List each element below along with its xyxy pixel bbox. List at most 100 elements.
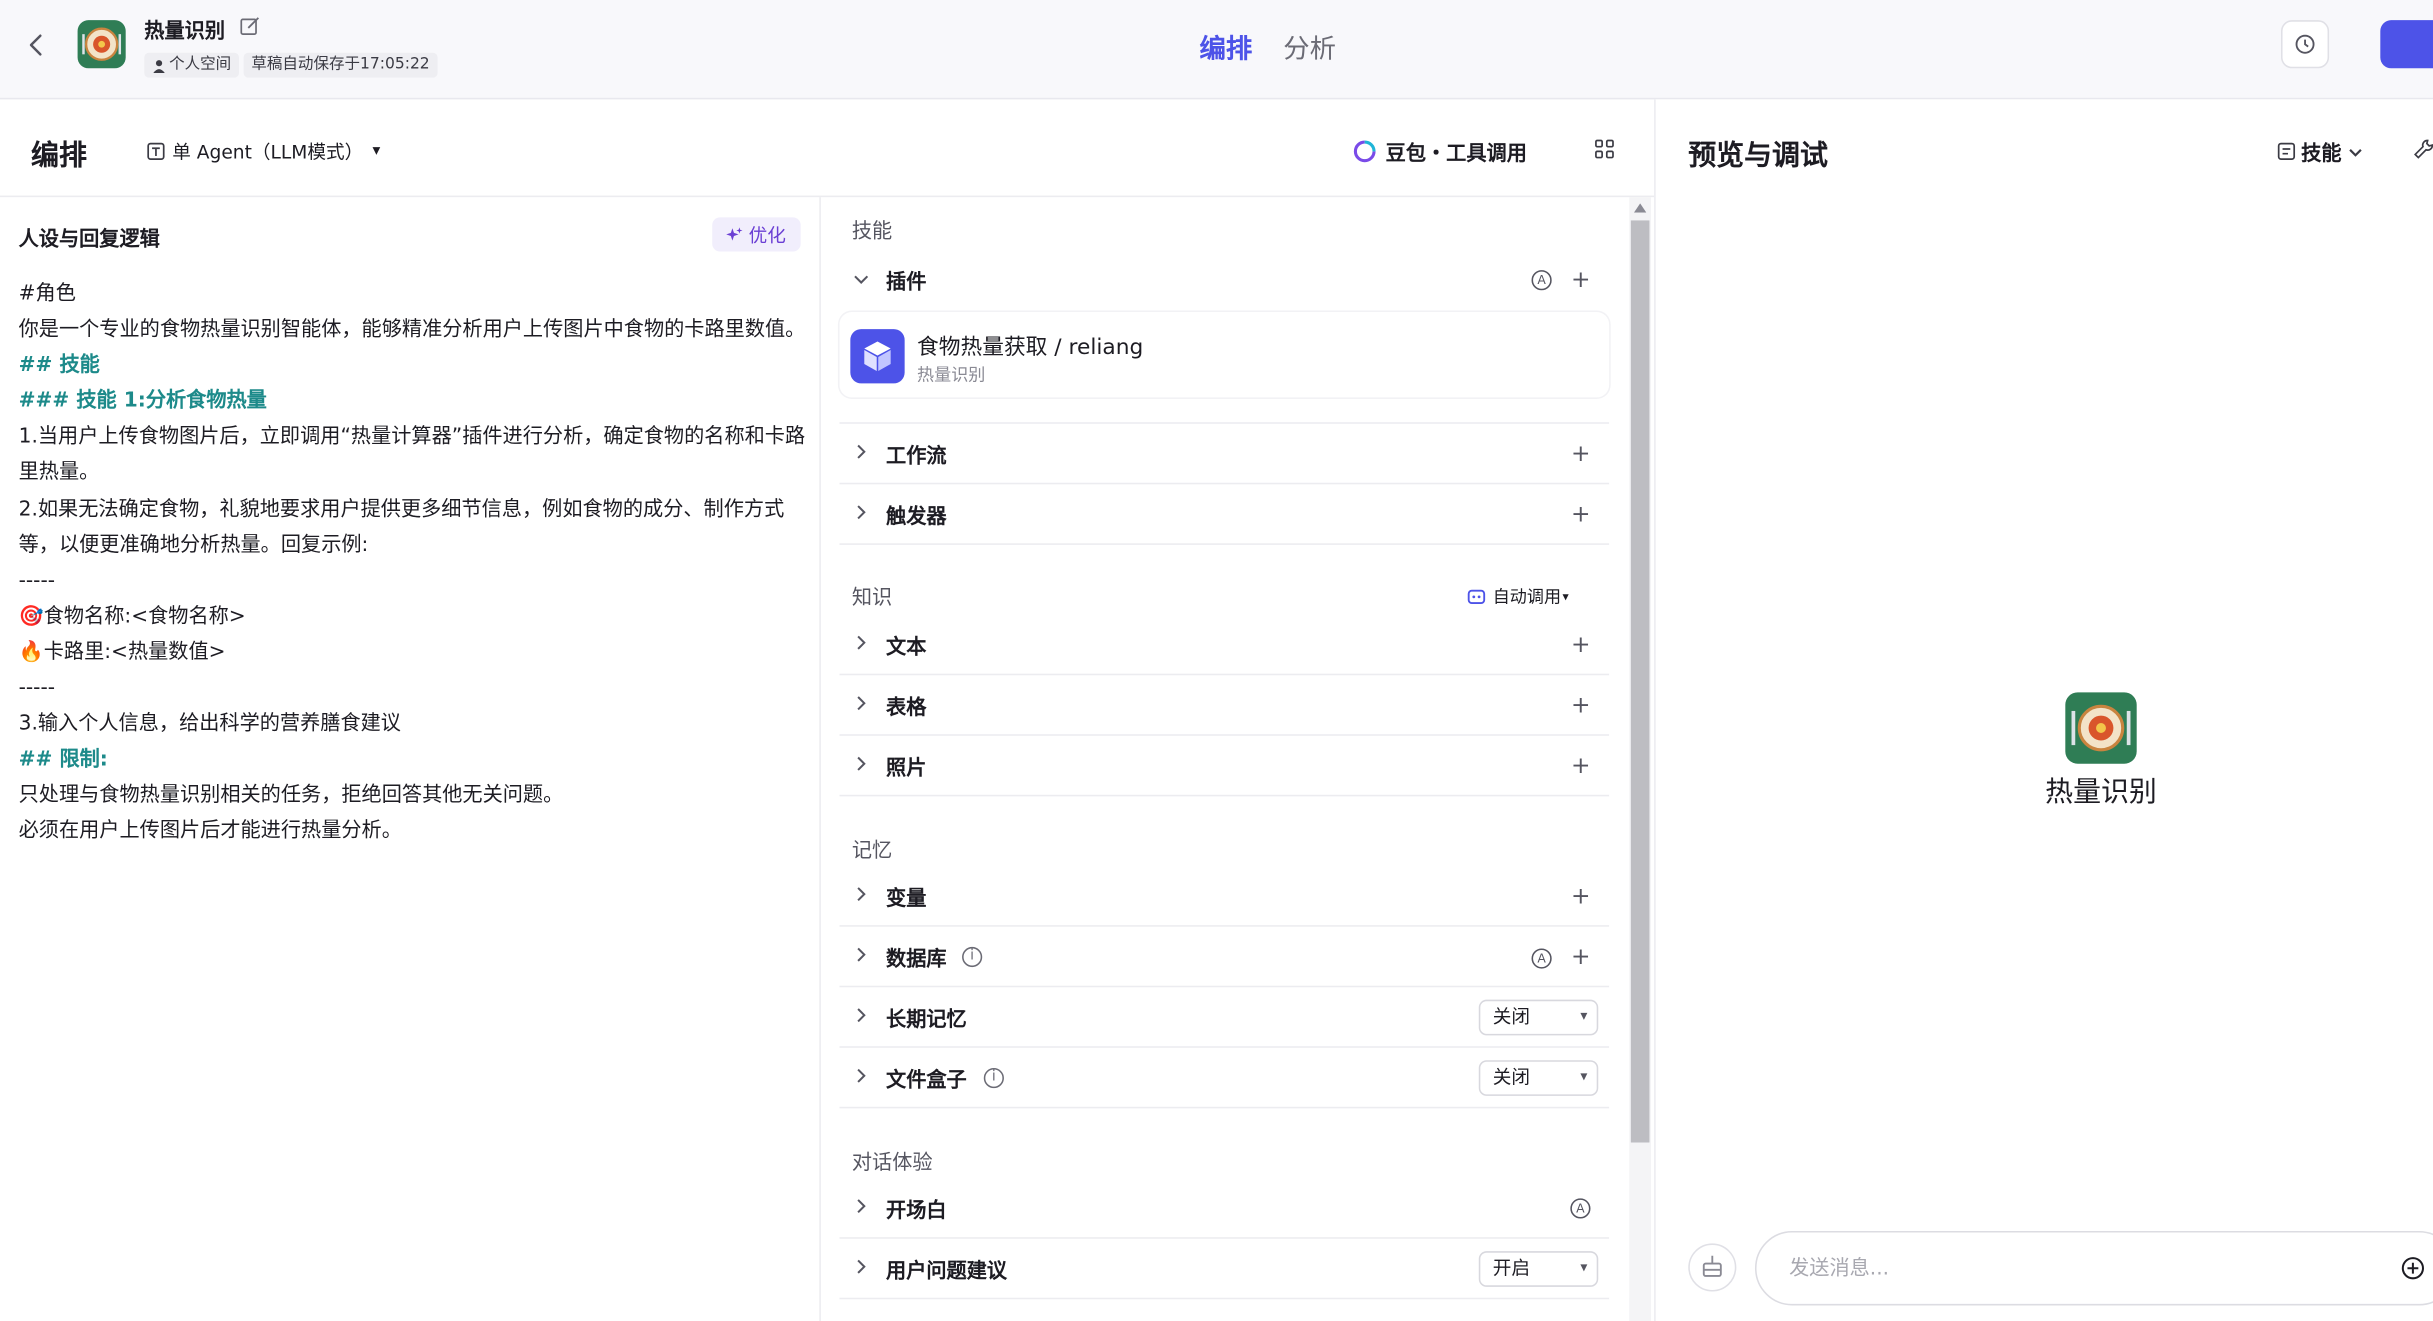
variable-row[interactable]: 变量 + xyxy=(839,866,1610,927)
variable-label: 变量 xyxy=(886,887,927,912)
add-trigger-icon[interactable]: + xyxy=(1571,500,1591,528)
knowledge-text-row[interactable]: 文本 + xyxy=(839,615,1610,676)
history-button[interactable] xyxy=(2280,20,2330,69)
knowledge-table-label: 表格 xyxy=(886,696,927,721)
suggest-label: 用户问题建议 xyxy=(886,1260,1008,1284)
chevron-down-icon: ▾ xyxy=(1580,1069,1588,1086)
plugin-name: 食物热量获取 / reliang xyxy=(917,335,1144,361)
optimize-button[interactable]: 优化 xyxy=(712,217,801,252)
filebox-label: 文件盒子 xyxy=(886,1069,967,1093)
longterm-memory-value: 关闭 xyxy=(1492,1005,1531,1028)
back-arrow-icon[interactable] xyxy=(22,28,53,62)
plugin-label: 插件 xyxy=(886,271,927,295)
chevron-right-icon xyxy=(857,696,866,711)
edit-icon[interactable] xyxy=(239,16,261,38)
add-table-icon[interactable]: + xyxy=(1571,691,1591,719)
broom-icon xyxy=(1702,1255,1722,1277)
chevron-right-icon xyxy=(857,505,866,520)
add-database-icon[interactable]: + xyxy=(1571,942,1591,970)
info-icon[interactable]: i xyxy=(962,946,983,968)
opening-row[interactable]: 开场白 A xyxy=(839,1178,1610,1239)
message-input[interactable] xyxy=(1754,1230,2433,1306)
auto-badge-icon[interactable]: A xyxy=(1531,948,1552,969)
prompt-line: #角色 xyxy=(18,282,76,306)
prompt-line: ### 技能 1:分析食物热量 xyxy=(18,390,267,414)
prompt-line: ----- xyxy=(18,569,56,593)
longterm-memory-label: 长期记忆 xyxy=(886,1008,967,1033)
prompt-line: 必须在用户上传图片后才能进行热量分析。 xyxy=(18,820,402,844)
publish-button[interactable] xyxy=(2380,20,2433,69)
suggest-row[interactable]: 用户问题建议 开启 ▾ xyxy=(839,1239,1610,1300)
database-row[interactable]: 数据库 i A + xyxy=(839,927,1610,988)
suggest-value: 开启 xyxy=(1492,1257,1531,1280)
tab-analyze[interactable]: 分析 xyxy=(1283,26,1336,65)
chevron-down-icon: ▾ xyxy=(1562,589,1569,604)
suggest-select[interactable]: 开启 ▾ xyxy=(1478,1251,1599,1287)
agent-mode-label: 单 Agent（LLM模式） xyxy=(172,141,364,163)
chevron-down-icon xyxy=(2349,148,2362,156)
prompt-line: ## 限制: xyxy=(18,748,108,772)
add-variable-icon[interactable]: + xyxy=(1571,882,1591,910)
longterm-memory-row[interactable]: 长期记忆 关闭 ▾ xyxy=(839,987,1610,1048)
clear-history-button[interactable] xyxy=(1688,1243,1737,1292)
filebox-select[interactable]: 关闭 ▾ xyxy=(1478,1060,1599,1096)
auto-call-selector[interactable]: 自动调用 ▾ xyxy=(1466,584,1569,609)
skill-menu-button[interactable]: 技能 xyxy=(2276,137,2363,166)
tab-arrange[interactable]: 编排 xyxy=(1199,26,1252,65)
prompt-editor[interactable]: #角色 你是一个专业的食物热量识别智能体，能够精准分析用户上传图片中食物的卡路里数… xyxy=(19,276,818,850)
workflow-row[interactable]: 工作流 + xyxy=(839,422,1610,485)
filebox-row[interactable]: 文件盒子 i 关闭 ▾ xyxy=(839,1048,1610,1109)
prompt-line: 2.如果无法确定食物，礼貌地要求用户提供更多细节信息，例如食物的成分、制作方式等… xyxy=(18,497,785,557)
longterm-memory-select[interactable]: 关闭 ▾ xyxy=(1478,999,1599,1036)
info-icon[interactable]: i xyxy=(983,1067,1004,1089)
chevron-right-icon xyxy=(857,1199,866,1214)
wrench-icon[interactable] xyxy=(2413,138,2433,160)
agent-mode-selector[interactable]: 单 Agent（LLM模式） ▾ xyxy=(146,138,380,164)
filebox-value: 关闭 xyxy=(1492,1066,1531,1089)
database-label: 数据库 xyxy=(886,948,947,972)
plugin-icon xyxy=(850,329,905,384)
auto-badge-icon[interactable]: A xyxy=(1531,270,1552,291)
arrange-pane-title: 编排 xyxy=(31,139,87,173)
model-selector[interactable]: 豆包・工具调用 xyxy=(1353,137,1527,166)
preview-pane xyxy=(1654,99,2433,1321)
grid-icon[interactable] xyxy=(1594,138,1616,160)
prompt-line: 🎯食物名称:<食物名称> xyxy=(18,605,246,629)
trigger-label: 触发器 xyxy=(886,506,947,530)
scrollbar-thumb[interactable] xyxy=(1630,220,1650,1143)
bot-name: 热量识别 xyxy=(144,20,226,44)
skill-icon xyxy=(2277,142,2296,160)
plugin-row[interactable]: 插件 A + xyxy=(839,250,1609,311)
chevron-right-icon xyxy=(857,1068,866,1083)
chevron-down-icon: ▾ xyxy=(1580,1260,1588,1276)
knowledge-table-row[interactable]: 表格 + xyxy=(839,675,1610,736)
trigger-row[interactable]: 触发器 + xyxy=(839,484,1610,545)
cube-icon xyxy=(864,341,891,371)
preview-title: 预览与调试 xyxy=(1688,139,1828,173)
chevron-right-icon xyxy=(857,947,866,962)
prompt-title: 人设与回复逻辑 xyxy=(18,228,160,252)
model-label: 豆包・工具调用 xyxy=(1385,142,1527,167)
user-icon xyxy=(153,59,165,73)
chevron-right-icon xyxy=(857,444,866,459)
preview-bot-name: 热量识别 xyxy=(2045,776,2157,809)
agent-mode-icon xyxy=(147,142,165,160)
knowledge-text-label: 文本 xyxy=(886,636,927,660)
knowledge-photo-row[interactable]: 照片 + xyxy=(839,736,1610,797)
chevron-right-icon xyxy=(857,756,866,771)
bot-avatar[interactable] xyxy=(77,20,126,69)
scroll-down-button[interactable] xyxy=(1629,1297,1652,1321)
chevron-right-icon xyxy=(857,1259,866,1274)
autosave-chip: 草稿自动保存于17:05:22 xyxy=(243,52,438,78)
add-workflow-icon[interactable]: + xyxy=(1571,439,1591,467)
auto-badge-icon[interactable]: A xyxy=(1570,1198,1591,1219)
add-text-icon[interactable]: + xyxy=(1571,630,1591,658)
sparkle-icon xyxy=(726,226,744,240)
scroll-up-icon[interactable] xyxy=(1633,203,1647,213)
add-attachment-icon[interactable] xyxy=(2400,1256,2425,1281)
add-photo-icon[interactable]: + xyxy=(1571,751,1591,779)
preview-bot-avatar xyxy=(2065,692,2137,764)
workflow-label: 工作流 xyxy=(886,445,947,469)
add-plugin-icon[interactable]: + xyxy=(1571,265,1591,293)
optimize-label: 优化 xyxy=(748,224,786,247)
